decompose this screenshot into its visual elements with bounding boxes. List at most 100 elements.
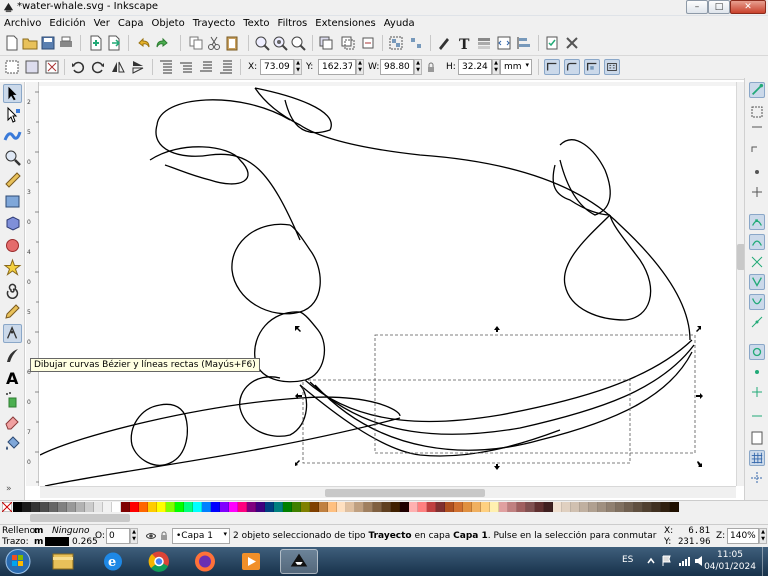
color-swatch[interactable] <box>589 502 598 512</box>
layers-icon[interactable] <box>476 35 492 51</box>
color-swatch[interactable] <box>85 502 94 512</box>
color-swatch[interactable] <box>562 502 571 512</box>
menu-capa[interactable]: Capa <box>114 16 148 32</box>
color-swatch[interactable] <box>175 502 184 512</box>
y-input[interactable] <box>318 59 356 75</box>
raise-icon[interactable] <box>178 59 194 75</box>
vertical-scrollbar[interactable] <box>736 82 745 486</box>
pencil-tool-icon[interactable] <box>3 302 22 321</box>
x-input[interactable] <box>260 59 294 75</box>
color-swatch[interactable] <box>544 502 553 512</box>
color-swatch[interactable] <box>139 502 148 512</box>
color-swatch[interactable] <box>121 502 130 512</box>
export-icon[interactable] <box>106 35 122 51</box>
snap-path-intersections-icon[interactable] <box>749 254 765 270</box>
menu-filtros[interactable]: Filtros <box>274 16 312 32</box>
snap-nodes-icon[interactable] <box>749 214 765 230</box>
palette-scrollbar[interactable] <box>0 512 768 524</box>
palette-swatches[interactable] <box>13 502 679 512</box>
maximize-button[interactable]: □ <box>708 0 730 14</box>
menu-trayecto[interactable]: Trayecto <box>189 16 240 32</box>
flip-vertical-icon[interactable] <box>130 59 146 75</box>
eraser-tool-icon[interactable] <box>3 412 22 431</box>
preferences-icon[interactable] <box>564 35 580 51</box>
zoom-tool-icon[interactable] <box>3 148 22 167</box>
tweak-tool-icon[interactable] <box>3 126 22 145</box>
color-swatch[interactable] <box>580 502 589 512</box>
color-swatch[interactable] <box>625 502 634 512</box>
color-swatch[interactable] <box>94 502 103 512</box>
flip-horizontal-icon[interactable] <box>110 59 126 75</box>
transform-gradients-toggle-icon[interactable] <box>584 59 600 75</box>
drawing-canvas[interactable] <box>40 86 736 486</box>
fill-value[interactable]: Ninguno <box>52 526 90 536</box>
color-swatch[interactable] <box>400 502 409 512</box>
snap-page-border-icon[interactable] <box>749 430 765 446</box>
raise-to-top-icon[interactable] <box>158 59 174 75</box>
color-swatch[interactable] <box>346 502 355 512</box>
color-swatch[interactable] <box>229 502 238 512</box>
color-swatch[interactable] <box>256 502 265 512</box>
rotate-ccw-icon[interactable] <box>70 59 86 75</box>
paste-icon[interactable] <box>224 35 240 51</box>
snap-enable-icon[interactable] <box>749 82 765 98</box>
color-swatch[interactable] <box>193 502 202 512</box>
menu-ayuda[interactable]: Ayuda <box>380 16 419 32</box>
file-explorer-icon[interactable] <box>44 549 82 574</box>
snap-bbox-icon[interactable] <box>749 104 765 120</box>
snap-smooth-nodes-icon[interactable] <box>749 294 765 310</box>
select-all-layers-icon[interactable] <box>24 59 40 75</box>
bezier-tool-icon[interactable] <box>3 324 22 343</box>
color-swatch[interactable] <box>31 502 40 512</box>
stroke-width-value[interactable]: 0.265 <box>72 537 98 547</box>
zoom-input[interactable] <box>727 528 759 544</box>
lock-icon[interactable] <box>160 531 168 541</box>
color-swatch[interactable] <box>481 502 490 512</box>
color-swatch[interactable] <box>373 502 382 512</box>
show-desktop-button[interactable] <box>762 547 768 576</box>
color-swatch[interactable] <box>571 502 580 512</box>
color-swatch[interactable] <box>598 502 607 512</box>
menu-archivo[interactable]: Archivo <box>0 16 45 32</box>
ungroup-icon[interactable] <box>408 35 424 51</box>
snap-rotation-center-icon[interactable] <box>749 384 765 400</box>
color-swatch[interactable] <box>283 502 292 512</box>
color-swatch[interactable] <box>148 502 157 512</box>
snap-object-center-icon[interactable] <box>749 364 765 380</box>
color-swatch[interactable] <box>535 502 544 512</box>
horizontal-scroll-thumb[interactable] <box>325 489 485 497</box>
snap-paths-icon[interactable] <box>749 234 765 250</box>
spray-tool-icon[interactable] <box>3 390 22 409</box>
color-swatch[interactable] <box>202 502 211 512</box>
snap-text-baseline-icon[interactable] <box>749 404 765 420</box>
color-swatch[interactable] <box>337 502 346 512</box>
snap-others-icon[interactable] <box>749 344 765 360</box>
rotate-cw-icon[interactable] <box>90 59 106 75</box>
width-input[interactable] <box>380 59 414 75</box>
opacity-spinner[interactable]: ▲ ▼ <box>130 528 138 544</box>
color-swatch[interactable] <box>355 502 364 512</box>
group-icon[interactable] <box>388 35 404 51</box>
color-swatch[interactable] <box>301 502 310 512</box>
color-swatch[interactable] <box>130 502 139 512</box>
color-swatch[interactable] <box>103 502 112 512</box>
color-swatch[interactable] <box>220 502 229 512</box>
color-swatch[interactable] <box>319 502 328 512</box>
node-tool-icon[interactable] <box>3 106 22 125</box>
x-spinner[interactable]: ▲ ▼ <box>294 59 302 75</box>
color-swatch[interactable] <box>13 502 22 512</box>
spiral-tool-icon[interactable] <box>3 280 22 299</box>
color-swatch[interactable] <box>607 502 616 512</box>
lower-to-bottom-icon[interactable] <box>218 59 234 75</box>
color-swatch[interactable] <box>274 502 283 512</box>
color-swatch[interactable] <box>553 502 562 512</box>
scale-corners-toggle-icon[interactable] <box>564 59 580 75</box>
print-icon[interactable] <box>58 35 74 51</box>
color-swatch[interactable] <box>166 502 175 512</box>
palette-scroll-thumb[interactable] <box>30 514 130 522</box>
opacity-input[interactable] <box>106 528 130 544</box>
snap-grids-icon[interactable] <box>749 450 765 466</box>
color-swatch[interactable] <box>67 502 76 512</box>
color-swatch[interactable] <box>418 502 427 512</box>
color-swatch[interactable] <box>40 502 49 512</box>
